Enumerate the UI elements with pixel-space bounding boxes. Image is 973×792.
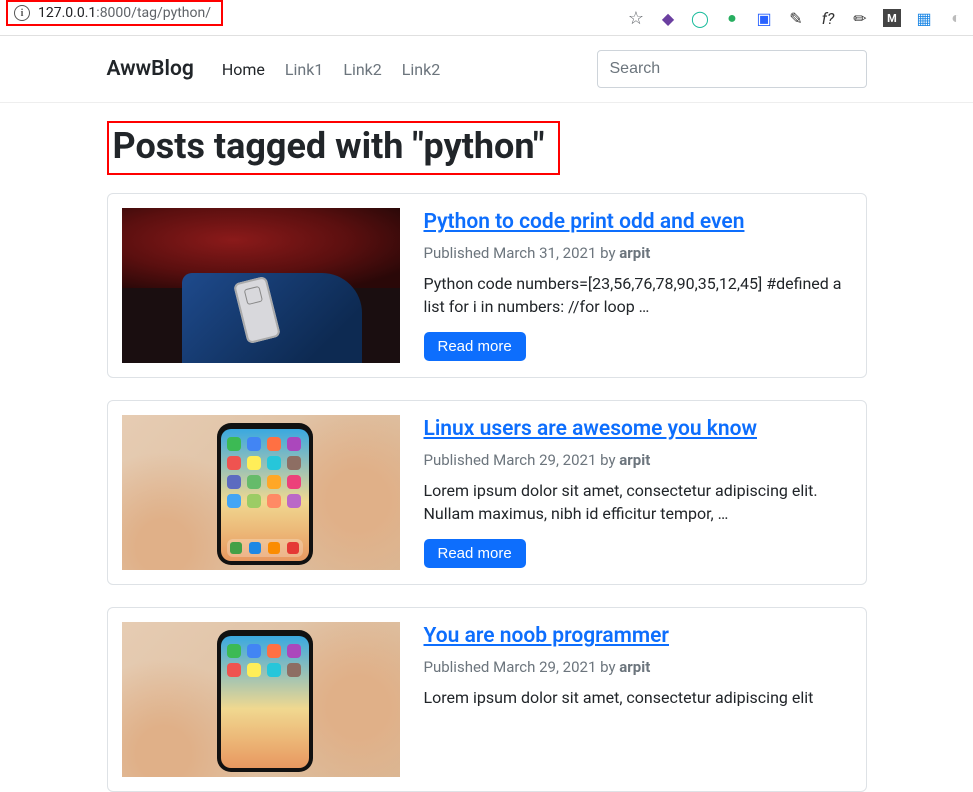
post-card: You are noob programmer Published March … <box>107 607 867 792</box>
extension-icon[interactable]: ◆ <box>659 9 677 27</box>
published-label: Published <box>424 451 494 469</box>
post-title-link[interactable]: Python to code print odd and even <box>424 210 852 234</box>
browser-toolbar-right: ☆ ◆ ◯ ● ▣ ✎ f? ✏ M ▦ ◐ <box>627 0 965 36</box>
post-excerpt: Python code numbers=[23,56,76,78,90,35,1… <box>424 272 852 318</box>
post-author[interactable]: arpit <box>619 451 650 469</box>
post-thumbnail[interactable] <box>122 208 400 363</box>
search-input[interactable] <box>597 50 867 88</box>
post-date: March 29, 2021 <box>493 658 596 676</box>
post-meta: Published March 31, 2021 by arpit <box>424 244 852 262</box>
post-author[interactable]: arpit <box>619 244 650 262</box>
by-label: by <box>596 658 619 676</box>
by-label: by <box>596 451 619 469</box>
page-title: Posts tagged with "python" <box>107 121 561 175</box>
post-title-link[interactable]: You are noob programmer <box>424 624 852 648</box>
url-host: 127.0.0.1 <box>38 5 96 21</box>
nav-link-link1[interactable]: Link1 <box>285 60 323 79</box>
extension-icon[interactable]: M <box>883 9 901 27</box>
post-card: Python to code print odd and even Publis… <box>107 193 867 378</box>
by-label: by <box>596 244 619 262</box>
brand-logo[interactable]: AwwBlog <box>107 57 194 81</box>
post-meta: Published March 29, 2021 by arpit <box>424 658 852 676</box>
extension-icon[interactable]: ✏ <box>851 9 869 27</box>
post-author[interactable]: arpit <box>619 658 650 676</box>
post-excerpt: Lorem ipsum dolor sit amet, consectetur … <box>424 686 852 709</box>
post-date: March 29, 2021 <box>493 451 596 469</box>
url-port: :8000 <box>96 5 131 21</box>
extension-icon[interactable]: ● <box>723 9 741 27</box>
extension-icon[interactable]: ▦ <box>915 9 933 27</box>
post-title-link[interactable]: Linux users are awesome you know <box>424 417 852 441</box>
nav-links: Home Link1 Link2 Link2 <box>222 60 440 79</box>
post-card: Linux users are awesome you know Publish… <box>107 400 867 585</box>
post-excerpt: Lorem ipsum dolor sit amet, consectetur … <box>424 479 852 525</box>
published-label: Published <box>424 244 494 262</box>
extension-icon[interactable]: f? <box>819 9 837 27</box>
post-date: March 31, 2021 <box>493 244 596 262</box>
site-info-icon[interactable]: i <box>14 5 30 21</box>
main-navbar: AwwBlog Home Link1 Link2 Link2 <box>0 36 973 103</box>
nav-link-link2[interactable]: Link2 <box>343 60 381 79</box>
extension-icon[interactable]: ◯ <box>691 9 709 27</box>
extension-icon[interactable]: ✎ <box>787 9 805 27</box>
read-more-button[interactable]: Read more <box>424 332 526 361</box>
nav-link-home[interactable]: Home <box>222 60 265 79</box>
bookmark-star-icon[interactable]: ☆ <box>627 9 645 27</box>
url-highlight-box: i 127.0.0.1:8000/tag/python/ <box>6 0 223 26</box>
post-thumbnail[interactable] <box>122 622 400 777</box>
browser-address-bar: i 127.0.0.1:8000/tag/python/ ☆ ◆ ◯ ● ▣ ✎… <box>0 0 973 36</box>
url-path: /tag/python/ <box>131 5 211 21</box>
extension-icon[interactable]: ▣ <box>755 9 773 27</box>
post-meta: Published March 29, 2021 by arpit <box>424 451 852 469</box>
read-more-button[interactable]: Read more <box>424 539 526 568</box>
url-text[interactable]: 127.0.0.1:8000/tag/python/ <box>38 5 211 21</box>
post-thumbnail[interactable] <box>122 415 400 570</box>
extension-icon[interactable]: ◐ <box>947 9 965 27</box>
nav-link-link2b[interactable]: Link2 <box>402 60 440 79</box>
published-label: Published <box>424 658 494 676</box>
